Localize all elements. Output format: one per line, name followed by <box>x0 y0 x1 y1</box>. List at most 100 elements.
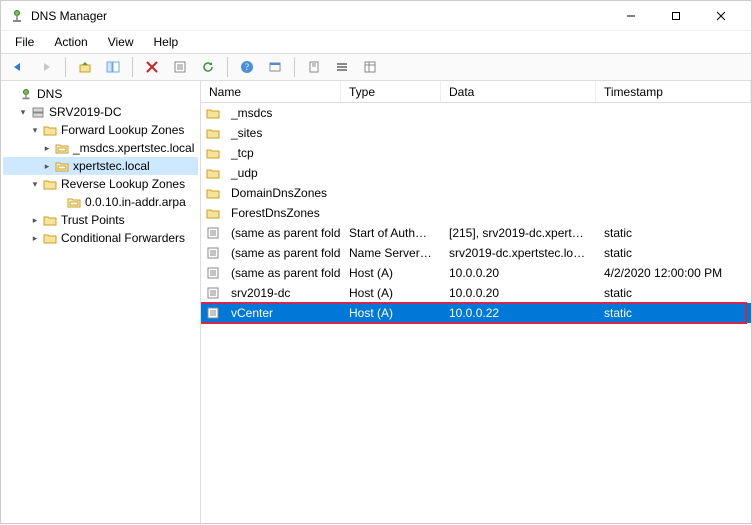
list-row[interactable]: (same as parent folder)Start of Authori.… <box>201 223 751 243</box>
filter-button[interactable] <box>303 56 325 78</box>
cell-timestamp: static <box>596 306 751 320</box>
cell-data: 10.0.0.22 <box>441 306 596 320</box>
details-button[interactable] <box>359 56 381 78</box>
column-header-type[interactable]: Type <box>341 81 441 102</box>
record-icon <box>205 265 221 281</box>
maximize-button[interactable] <box>653 2 698 30</box>
details-pane: Name Type Data Timestamp _msdcs _sites _tc… <box>201 81 751 525</box>
menu-help[interactable]: Help <box>146 33 187 51</box>
folder-icon <box>205 165 221 181</box>
tree-node-trust[interactable]: ▸ Trust Points <box>3 211 198 229</box>
folder-icon <box>42 122 58 138</box>
expander-icon[interactable]: ▾ <box>17 107 29 118</box>
refresh-button[interactable] <box>197 56 219 78</box>
cell-type: Host (A) <box>341 286 441 300</box>
list-row[interactable]: srv2019-dcHost (A)10.0.0.20static <box>201 283 751 303</box>
tree-node-flz-xpertstec[interactable]: ▸ xpertstec.local <box>3 157 198 175</box>
column-header-timestamp[interactable]: Timestamp <box>596 81 751 102</box>
cell-name: _msdcs <box>223 106 341 120</box>
list-row[interactable]: _tcp <box>201 143 751 163</box>
expander-icon[interactable]: ▸ <box>29 233 41 244</box>
tree-node-dns[interactable]: DNS <box>3 85 198 103</box>
column-header-name[interactable]: Name <box>201 81 341 102</box>
cell-name: DomainDnsZones <box>223 186 341 200</box>
tree-label: SRV2019-DC <box>49 105 121 119</box>
expander-icon[interactable]: ▾ <box>29 179 41 190</box>
list-row[interactable]: _udp <box>201 163 751 183</box>
tree-node-rlz-zone[interactable]: 0.0.10.in-addr.arpa <box>3 193 198 211</box>
new-window-button[interactable] <box>264 56 286 78</box>
cell-timestamp: static <box>596 226 751 240</box>
list-row[interactable]: ForestDnsZones <box>201 203 751 223</box>
tree-node-flz-msdcs[interactable]: ▸ _msdcs.xpertstec.local <box>3 139 198 157</box>
forward-button[interactable] <box>35 56 57 78</box>
column-headers: Name Type Data Timestamp <box>201 81 751 103</box>
cell-name: srv2019-dc <box>223 286 341 300</box>
record-icon <box>205 285 221 301</box>
tree-pane[interactable]: DNS ▾ SRV2019-DC ▾ Forward Lookup Zones … <box>1 81 201 525</box>
folder-icon <box>205 205 221 221</box>
toolbar-separator <box>294 57 295 77</box>
tree-label: _msdcs.xpertstec.local <box>73 141 194 155</box>
tree-node-server[interactable]: ▾ SRV2019-DC <box>3 103 198 121</box>
menu-action[interactable]: Action <box>46 33 95 51</box>
server-icon <box>30 104 46 120</box>
list-button[interactable] <box>331 56 353 78</box>
list-row[interactable]: (same as parent folder)Host (A)10.0.0.20… <box>201 263 751 283</box>
tree-node-cond[interactable]: ▸ Conditional Forwarders <box>3 229 198 247</box>
list-row[interactable]: (same as parent folder)Name Server (...s… <box>201 243 751 263</box>
cell-name: (same as parent folder) <box>223 226 341 240</box>
tree-node-flz[interactable]: ▾ Forward Lookup Zones <box>3 121 198 139</box>
titlebar: DNS Manager <box>1 1 751 31</box>
window-controls <box>608 2 743 30</box>
menu-file[interactable]: File <box>7 33 42 51</box>
cell-type: Host (A) <box>341 266 441 280</box>
close-button[interactable] <box>698 2 743 30</box>
toolbar-separator <box>65 57 66 77</box>
help-button[interactable]: ? <box>236 56 258 78</box>
cell-name: (same as parent folder) <box>223 266 341 280</box>
minimize-button[interactable] <box>608 2 653 30</box>
tree-label: xpertstec.local <box>73 159 150 173</box>
cell-name: _udp <box>223 166 341 180</box>
cell-name: _sites <box>223 126 341 140</box>
cell-type: Name Server (... <box>341 246 441 260</box>
cell-name: ForestDnsZones <box>223 206 341 220</box>
tree-label: Trust Points <box>61 213 125 227</box>
window-title: DNS Manager <box>31 9 608 23</box>
back-button[interactable] <box>7 56 29 78</box>
toolbar: ? <box>1 53 751 81</box>
delete-button[interactable] <box>141 56 163 78</box>
folder-icon <box>205 125 221 141</box>
menu-view[interactable]: View <box>100 33 142 51</box>
expander-icon[interactable]: ▾ <box>29 125 41 136</box>
cell-data: srv2019-dc.xpertstec.local. <box>441 246 596 260</box>
folder-icon <box>42 230 58 246</box>
expander-icon[interactable]: ▸ <box>41 161 53 172</box>
cell-data: 10.0.0.20 <box>441 286 596 300</box>
list-row[interactable]: _msdcs <box>201 103 751 123</box>
expander-icon[interactable]: ▸ <box>41 143 53 154</box>
properties-button[interactable] <box>169 56 191 78</box>
column-header-data[interactable]: Data <box>441 81 596 102</box>
tree-label: Conditional Forwarders <box>61 231 185 245</box>
cell-timestamp: static <box>596 286 751 300</box>
folder-icon <box>205 105 221 121</box>
up-button[interactable] <box>74 56 96 78</box>
list-row[interactable]: _sites <box>201 123 751 143</box>
expander-icon[interactable]: ▸ <box>29 215 41 226</box>
zone-icon <box>54 140 70 156</box>
tree-label: 0.0.10.in-addr.arpa <box>85 195 186 209</box>
list-row[interactable]: vCenterHost (A)10.0.0.22static <box>201 303 751 323</box>
app-icon <box>9 8 25 24</box>
list-row[interactable]: DomainDnsZones <box>201 183 751 203</box>
list-body[interactable]: _msdcs _sites _tcp _udp DomainDnsZones Forest… <box>201 103 751 525</box>
tree-label: Forward Lookup Zones <box>61 123 184 137</box>
show-hide-tree-button[interactable] <box>102 56 124 78</box>
dns-root-icon <box>18 86 34 102</box>
zone-icon <box>66 194 82 210</box>
tree-node-rlz[interactable]: ▾ Reverse Lookup Zones <box>3 175 198 193</box>
tree-label: DNS <box>37 87 62 101</box>
cell-timestamp: 4/2/2020 12:00:00 PM <box>596 266 751 280</box>
cell-timestamp: static <box>596 246 751 260</box>
